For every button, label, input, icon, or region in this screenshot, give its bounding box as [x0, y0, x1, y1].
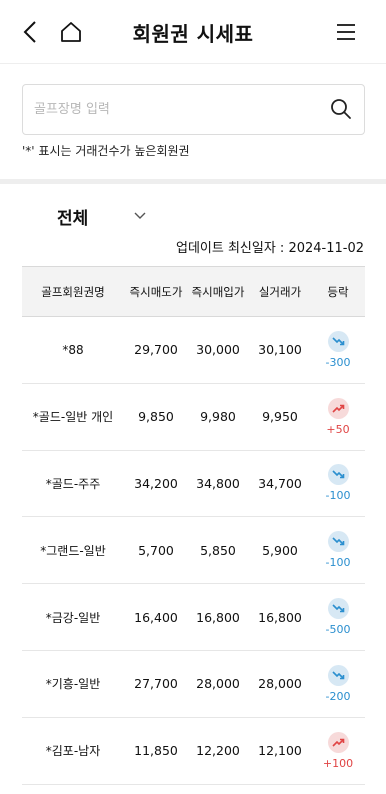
sell-price: 29,700	[134, 342, 178, 358]
real-price: 16,800	[258, 609, 302, 625]
change-cell: +100	[311, 718, 365, 784]
membership-name: *골드-일반 개인	[32, 410, 114, 425]
table-row[interactable]: *88 29,700 30,000 30,100 -300	[22, 317, 365, 384]
table-row[interactable]: *금강-일반 16,400 16,800 16,800 -500	[22, 584, 365, 651]
change-cell: -100	[311, 451, 365, 517]
real-price: 30,100	[258, 342, 302, 358]
sell-price: 34,200	[134, 475, 178, 491]
app-header: 회원권 시세표	[0, 0, 386, 64]
change-value: -200	[325, 689, 351, 703]
search-box	[22, 84, 365, 135]
membership-name: *기흥-일반	[45, 677, 101, 692]
search-icon	[331, 99, 351, 119]
buy-price: 16,800	[196, 609, 240, 625]
change-cell: +50	[311, 384, 365, 450]
filter-label: 전체	[57, 209, 89, 229]
buy-price: 30,000	[196, 342, 240, 358]
real-price: 34,700	[258, 475, 302, 491]
update-date: 업데이트 최신일자 : 2024-11-02	[175, 241, 364, 256]
menu-button[interactable]	[328, 14, 364, 50]
membership-name: *골드-주주	[45, 476, 101, 491]
category-filter[interactable]: 전체	[57, 204, 146, 229]
table-row[interactable]: *골드-주주 34,200 34,800 34,700 -100	[22, 451, 365, 518]
table-body: *88 29,700 30,000 30,100 -300 *골드-일반 개인 9,850 9…	[22, 317, 365, 785]
price-table: 골프회원권명 즉시매도가 즉시매입가 실거래가 등락 *88 29,700 30,0…	[22, 266, 365, 785]
membership-name: *그랜드-일반	[40, 543, 106, 558]
column-header: 즉시매입가	[191, 284, 245, 299]
trend-down-icon	[327, 464, 349, 486]
trend-down-icon	[327, 330, 349, 352]
column-header: 등락	[327, 284, 349, 299]
column-header: 즉시매도가	[129, 284, 183, 299]
change-cell: -500	[311, 584, 365, 650]
change-value: +100	[322, 756, 354, 770]
sell-price: 5,700	[138, 542, 174, 558]
change-value: +50	[326, 422, 350, 436]
search-button[interactable]	[330, 98, 352, 120]
table-header: 골프회원권명 즉시매도가 즉시매입가 실거래가 등락	[22, 266, 365, 317]
trend-up-icon	[327, 731, 349, 753]
column-header: 실거래가	[258, 284, 302, 299]
real-price: 28,000	[258, 676, 302, 692]
change-cell: -100	[311, 517, 365, 583]
change-cell: -300	[311, 317, 365, 383]
search-input[interactable]	[23, 85, 313, 134]
change-value: -100	[325, 489, 351, 503]
real-price: 9,950	[262, 409, 298, 425]
sell-price: 11,850	[134, 743, 178, 759]
section-divider	[0, 179, 386, 184]
buy-price: 28,000	[196, 676, 240, 692]
membership-name: *김포-남자	[45, 744, 101, 759]
real-price: 5,900	[262, 542, 298, 558]
real-price: 12,100	[258, 743, 302, 759]
sell-price: 9,850	[138, 409, 174, 425]
change-value: -500	[325, 623, 351, 637]
column-header: 골프회원권명	[41, 284, 105, 299]
trend-down-icon	[327, 664, 349, 686]
sell-price: 27,700	[134, 676, 178, 692]
chevron-down-icon	[134, 212, 146, 219]
table-row[interactable]: *골드-일반 개인 9,850 9,980 9,950 +50	[22, 384, 365, 451]
buy-price: 34,800	[196, 475, 240, 491]
change-cell: -200	[311, 651, 365, 717]
buy-price: 12,200	[196, 743, 240, 759]
note-text: '*' 표시는 거래건수가 높은회원권	[22, 144, 190, 158]
sell-price: 16,400	[134, 609, 178, 625]
change-value: -100	[325, 556, 351, 570]
trend-down-icon	[327, 531, 349, 553]
change-value: -300	[325, 355, 351, 369]
buy-price: 9,980	[200, 409, 236, 425]
membership-name: *금강-일반	[45, 610, 101, 625]
table-row[interactable]: *김포-남자 11,850 12,200 12,100 +100	[22, 718, 365, 785]
table-row[interactable]: *기흥-일반 27,700 28,000 28,000 -200	[22, 651, 365, 718]
table-row[interactable]: *그랜드-일반 5,700 5,850 5,900 -100	[22, 517, 365, 585]
trend-up-icon	[327, 397, 349, 419]
trend-down-icon	[327, 598, 349, 620]
membership-name: *88	[62, 342, 84, 357]
hamburger-menu-icon	[337, 24, 355, 40]
buy-price: 5,850	[200, 542, 236, 558]
